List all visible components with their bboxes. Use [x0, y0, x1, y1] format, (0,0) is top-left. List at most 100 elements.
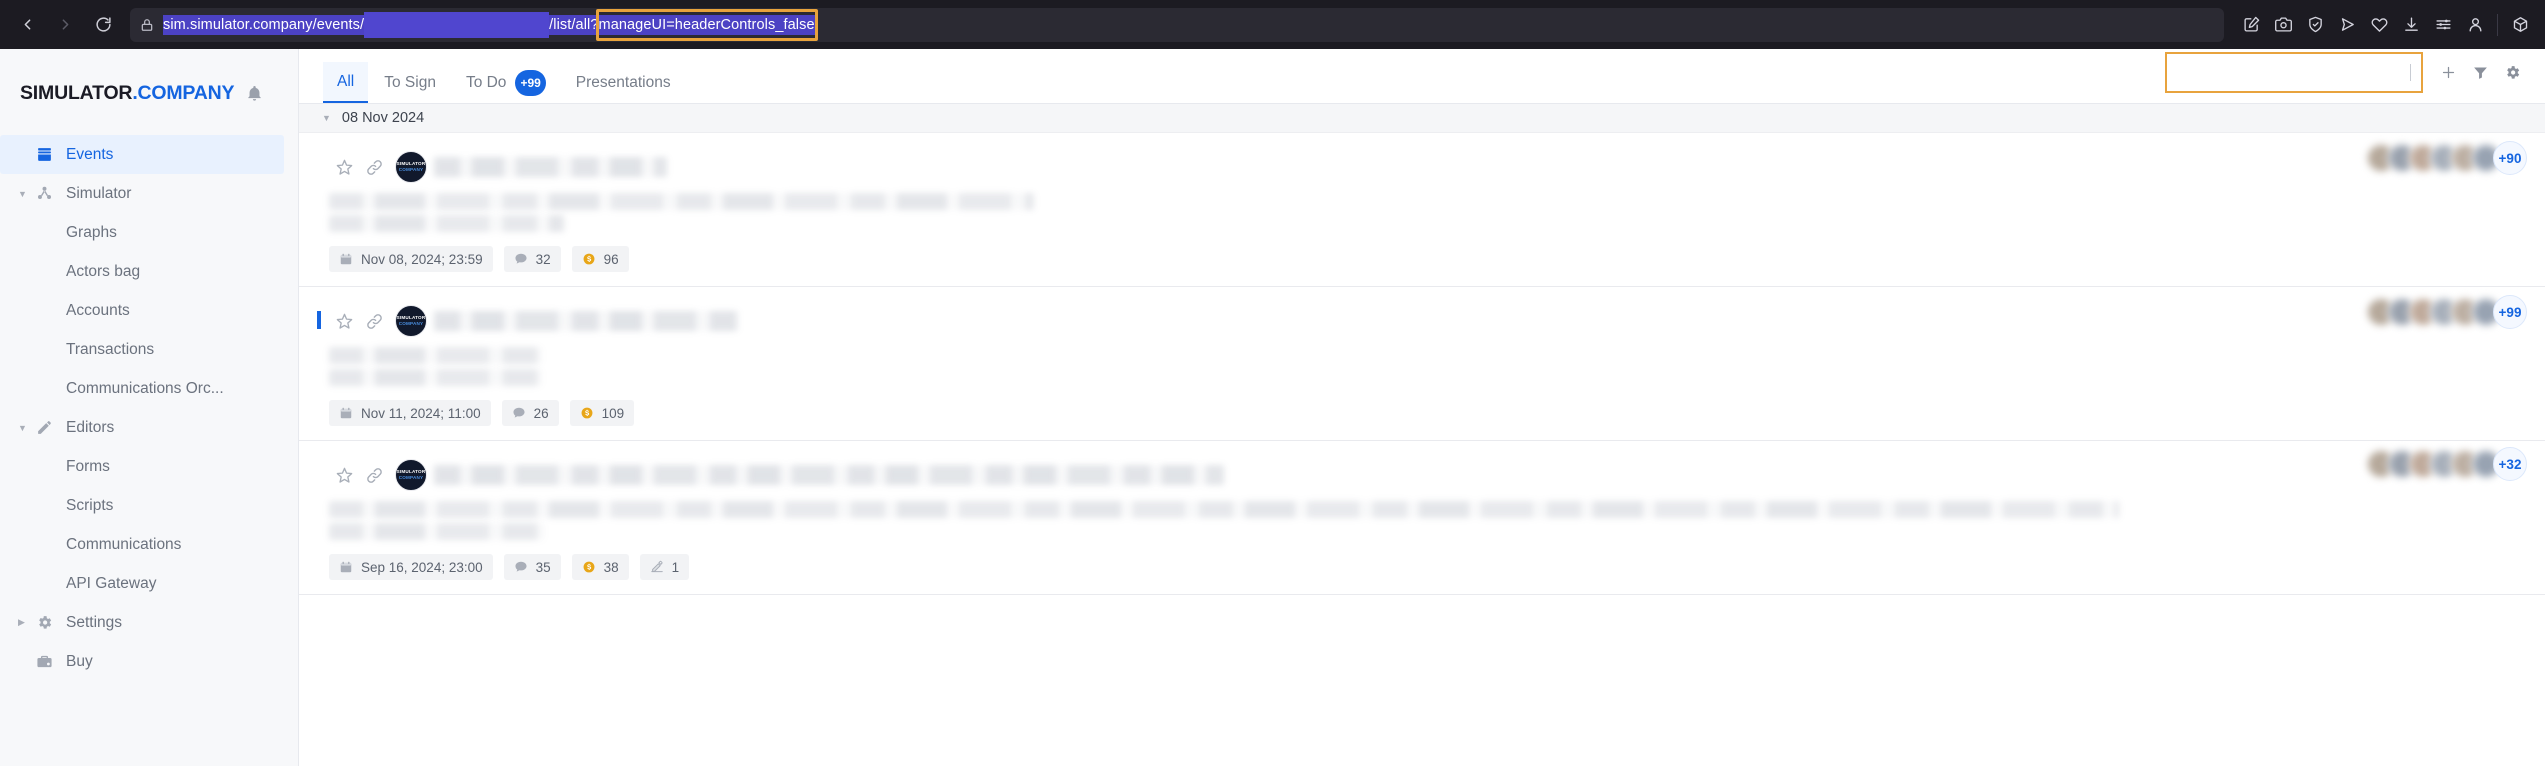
sidebar-item-transactions[interactable]: Transactions: [0, 330, 298, 369]
camera-icon[interactable]: [2268, 10, 2298, 40]
chevron-right-icon[interactable]: ▶: [18, 617, 36, 628]
participants[interactable]: +32: [2366, 447, 2527, 481]
brand-logo[interactable]: SIMULATOR.COMPANY: [0, 73, 298, 113]
sidebar-item-buy[interactable]: Buy: [0, 642, 298, 681]
star-icon[interactable]: [329, 158, 359, 177]
tab-presentations[interactable]: Presentations: [562, 62, 685, 103]
events-list: ▼ 08 Nov 2024 SIMULATOR COMPANY Nov 08, 2024…: [299, 104, 2545, 766]
meta-chip-date[interactable]: Nov 08, 2024; 23:59: [329, 246, 493, 272]
heart-icon[interactable]: [2364, 10, 2394, 40]
chevron-down-icon[interactable]: ▼: [322, 113, 331, 123]
avatar: SIMULATOR COMPANY: [395, 151, 427, 183]
star-icon[interactable]: [329, 312, 359, 331]
filter-icon[interactable]: [2465, 58, 2495, 88]
participants[interactable]: +99: [2366, 295, 2527, 329]
address-bar[interactable]: sim.simulator.company/events/ /list/all? m…: [130, 7, 2224, 42]
download-icon[interactable]: [2396, 10, 2426, 40]
sidebar-item-actors-bag[interactable]: Actors bag: [0, 252, 298, 291]
sidebar-item-accounts[interactable]: Accounts: [0, 291, 298, 330]
url-redacted-segment: [364, 11, 550, 38]
brand-name-suffix: .COMPANY: [132, 81, 235, 104]
date-group-header[interactable]: ▼ 08 Nov 2024: [299, 104, 2545, 133]
event-body-redacted: [299, 193, 2545, 232]
extension-cube-icon[interactable]: [2505, 10, 2535, 40]
chevron-down-icon[interactable]: ▼: [18, 189, 36, 199]
sidebar-item-communications[interactable]: Communications: [0, 525, 298, 564]
event-meta-row: Nov 08, 2024; 23:59 32 96: [299, 246, 2545, 272]
bell-icon[interactable]: [246, 85, 263, 102]
settings-gear-icon[interactable]: [2497, 58, 2527, 88]
event-row[interactable]: SIMULATOR COMPANY Sep 16, 2024; 23:00 35 38 1…: [299, 441, 2545, 595]
avatar: SIMULATOR COMPANY: [395, 305, 427, 337]
sidebar-item-api-gateway[interactable]: API Gateway: [0, 564, 298, 603]
sidebar-item-editors[interactable]: ▼ Editors: [0, 408, 298, 447]
event-meta-row: Sep 16, 2024; 23:00 35 38 1: [299, 554, 2545, 580]
meta-chip-value: 96: [603, 251, 619, 267]
search-box[interactable]: [2165, 52, 2423, 93]
participants-overflow-count[interactable]: +32: [2493, 447, 2527, 481]
search-input[interactable]: [2177, 64, 2410, 81]
coin-icon: [582, 560, 596, 574]
meta-chip-coins[interactable]: 38: [571, 554, 629, 580]
meta-chip-comments[interactable]: 32: [503, 246, 561, 272]
event-row-header: SIMULATOR COMPANY: [299, 459, 2545, 491]
participants[interactable]: +90: [2366, 141, 2527, 175]
event-body-redacted: [299, 501, 2545, 540]
browser-actions: [2236, 10, 2535, 40]
forward-button[interactable]: [48, 8, 82, 42]
event-body-line: [329, 215, 564, 232]
edit-annotate-icon[interactable]: [2236, 10, 2266, 40]
participants-overflow-count[interactable]: +90: [2493, 141, 2527, 175]
sidebar-item-label: Actors bag: [66, 262, 141, 280]
event-row[interactable]: SIMULATOR COMPANY Nov 08, 2024; 23:59 32 96 +…: [299, 133, 2545, 287]
tab-label: All: [337, 72, 355, 90]
tab-to-sign[interactable]: To Sign: [370, 62, 450, 103]
event-row[interactable]: SIMULATOR COMPANY Nov 11, 2024; 11:00 26 109…: [299, 287, 2545, 441]
tab-all[interactable]: All: [323, 62, 369, 103]
unread-indicator: [317, 311, 321, 329]
meta-chip-comments[interactable]: 35: [503, 554, 561, 580]
sidebar-item-graphs[interactable]: Graphs: [0, 213, 298, 252]
account-icon[interactable]: [2460, 10, 2490, 40]
sidebar-item-label: Events: [66, 145, 114, 163]
sliders-icon[interactable]: [2428, 10, 2458, 40]
url-path: /list/all?: [549, 14, 599, 35]
sidebar-item-scripts[interactable]: Scripts: [0, 486, 298, 525]
avatar-line2: COMPANY: [398, 475, 424, 480]
sidebar-item-settings[interactable]: ▶ Settings: [0, 603, 298, 642]
sidebar-item-forms[interactable]: Forms: [0, 447, 298, 486]
participants-overflow-count[interactable]: +99: [2493, 295, 2527, 329]
sidebar-item-communications-orc[interactable]: Communications Orc...: [0, 369, 298, 408]
event-body-line: [329, 501, 2119, 518]
signature-icon: [650, 560, 664, 574]
meta-chip-comments[interactable]: 26: [501, 400, 559, 426]
meta-chip-signature[interactable]: 1: [639, 554, 690, 580]
star-icon[interactable]: [329, 466, 359, 485]
link-icon[interactable]: [359, 158, 389, 177]
participant-avatars: [2366, 143, 2501, 173]
meta-chip-date[interactable]: Sep 16, 2024; 23:00: [329, 554, 493, 580]
chevron-down-icon[interactable]: ▼: [18, 423, 36, 433]
link-icon[interactable]: [359, 466, 389, 485]
meta-chip-value: 35: [535, 559, 551, 575]
url-query: manageUI=headerControls_false: [598, 14, 815, 35]
meta-chip-value: 32: [535, 251, 551, 267]
tab-bar: All To Sign To Do +99 Presentations: [323, 49, 685, 103]
calendar-icon: [339, 406, 353, 420]
meta-chip-date[interactable]: Nov 11, 2024; 11:00: [329, 400, 491, 426]
event-title-redacted: [434, 465, 1224, 485]
reload-button[interactable]: [86, 8, 120, 42]
sidebar-item-events[interactable]: Events: [0, 135, 284, 174]
coin-icon: [582, 252, 596, 266]
event-body-line: [329, 369, 542, 386]
send-icon[interactable]: [2332, 10, 2362, 40]
sidebar-item-simulator[interactable]: ▼ Simulator: [0, 174, 298, 213]
shield-icon[interactable]: [2300, 10, 2330, 40]
meta-chip-coins[interactable]: 109: [569, 400, 635, 426]
add-icon[interactable]: [2433, 58, 2463, 88]
tab-to-do[interactable]: To Do +99: [452, 62, 560, 103]
meta-chip-coins[interactable]: 96: [571, 246, 629, 272]
back-button[interactable]: [10, 8, 44, 42]
calendar-icon: [339, 560, 353, 574]
link-icon[interactable]: [359, 312, 389, 331]
